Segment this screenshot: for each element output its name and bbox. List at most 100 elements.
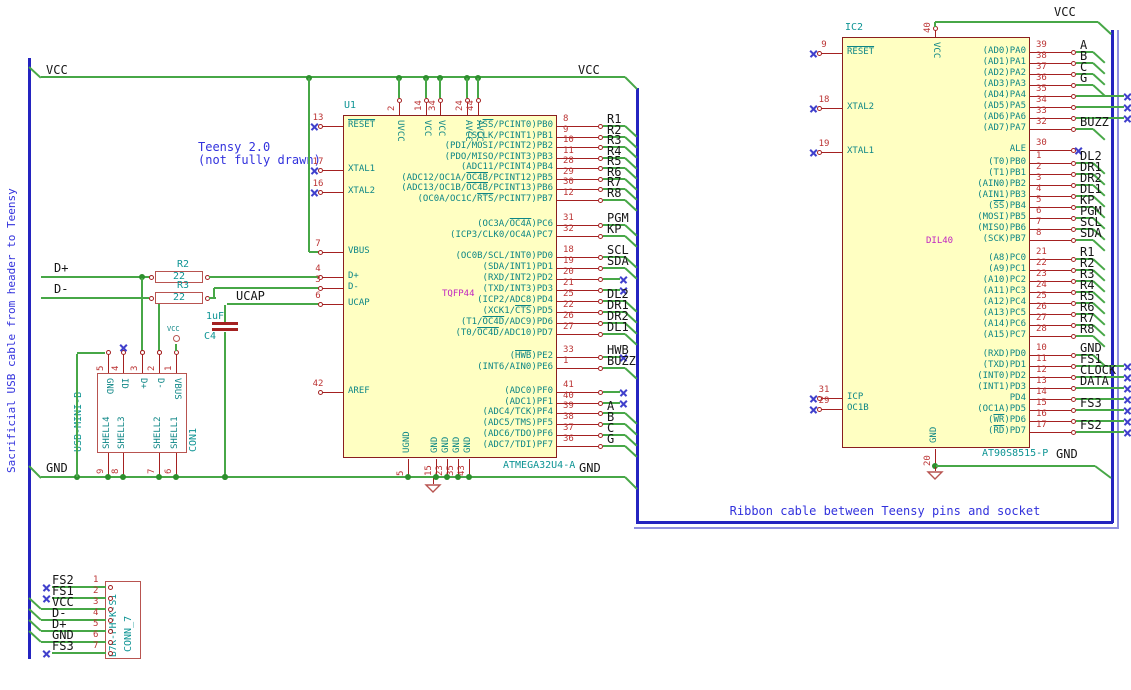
pin-line [107, 453, 109, 476]
pin-name: (HWB)PE2 [509, 351, 553, 361]
wire [77, 352, 105, 354]
pin-end [597, 309, 603, 315]
pin-end [107, 639, 113, 645]
pin-line [175, 354, 177, 373]
component-ref: U1 [344, 100, 357, 111]
pin-end [597, 254, 603, 260]
component-ref: IC2 [845, 22, 864, 33]
net-label: BUZZ [1080, 115, 1109, 129]
pin-name: GND [441, 436, 451, 453]
pin-end [597, 298, 603, 304]
no-connect-icon [42, 594, 51, 603]
no-connect-icon [1123, 384, 1131, 393]
pin-number: 23 [1036, 269, 1047, 279]
wire [213, 288, 215, 298]
pin-end [597, 222, 603, 228]
pin-end [597, 155, 603, 161]
pin-number: 30 [1036, 138, 1047, 148]
pin-name: (OC1A)PD5 [977, 404, 1026, 414]
net-label: FS3 [52, 639, 74, 653]
pin-line [439, 103, 441, 115]
pin-end [1070, 49, 1076, 55]
wire [439, 78, 441, 98]
pin-number: 9 [96, 468, 106, 474]
pin-end [597, 320, 603, 326]
pin-end [1070, 71, 1076, 77]
pin-name: (AIN0)PB2 [977, 179, 1026, 189]
net-label: SDA [1080, 226, 1102, 240]
pin-number: 3 [1036, 173, 1042, 183]
no-connect-icon [809, 104, 818, 113]
pin-end [1070, 226, 1076, 232]
wire [603, 391, 620, 393]
pin-number: 7 [147, 468, 157, 474]
pin-number: 15 [1036, 398, 1047, 408]
pin-number: 35 [1036, 84, 1047, 94]
pin-number: 5 [1036, 195, 1042, 205]
no-connect-icon [1123, 114, 1131, 123]
pin-end [597, 144, 603, 150]
pin-end [1070, 363, 1076, 369]
pin-end [597, 331, 603, 337]
net-label: D- [54, 282, 69, 296]
wire [477, 78, 479, 98]
pin-number: 1 [93, 575, 99, 585]
pin-end [1070, 396, 1076, 402]
resistor-ref: R3 [177, 280, 190, 291]
junction-dot [120, 474, 126, 480]
pin-number: 21 [1036, 247, 1047, 257]
pin-end [597, 389, 603, 395]
pin-number: 41 [563, 380, 574, 390]
pin-name: (ADC4/TCK)PF4 [482, 407, 553, 417]
pin-number: 36 [563, 434, 574, 444]
pin-end [597, 443, 603, 449]
pin-number: 31 [563, 213, 574, 223]
net-label: D+ [54, 261, 69, 275]
wire-bus-entry [1094, 465, 1112, 479]
pin-name: (MISO)PB6 [977, 223, 1026, 233]
component-ref: CONN_7 [123, 615, 134, 652]
pin-name: GND [104, 378, 114, 395]
pin-number: 4 [315, 264, 321, 274]
pin-number: 36 [1036, 73, 1047, 83]
pin-name: D+ [138, 378, 148, 389]
pin-number: 7 [1036, 217, 1042, 227]
pin-end [1070, 215, 1076, 221]
pin-end [597, 197, 603, 203]
pin-number: 27 [563, 322, 574, 332]
pin-number: 6 [93, 630, 99, 640]
pin-end [317, 389, 323, 395]
wire-bus-entry [1097, 21, 1112, 35]
net-label: VCC [578, 63, 600, 77]
pin-number: 25 [1036, 291, 1047, 301]
ribbon-bus-right [1111, 30, 1114, 523]
pin-number: 3 [130, 365, 140, 371]
pin-end [396, 97, 402, 103]
pin-name: (A12)PC4 [982, 297, 1026, 307]
pin-name: (INT6/AIN0)PE6 [477, 362, 553, 372]
net-label: FS3 [1080, 396, 1102, 410]
pin-number: 29 [563, 167, 574, 177]
pin-number: 6 [315, 291, 321, 301]
wire [1076, 106, 1124, 108]
no-connect-icon [42, 649, 51, 658]
wire [141, 278, 143, 351]
pin-name: GND [452, 436, 462, 453]
wire [41, 476, 625, 478]
pin-end [1070, 311, 1076, 317]
component-ref: CON1 [188, 427, 199, 452]
pin-end [148, 295, 154, 301]
capacitor-ref: C4 [204, 331, 217, 342]
junction-dot [222, 474, 228, 480]
net-label: GND [579, 461, 601, 475]
pin-number: 22 [563, 300, 574, 310]
pin-end [1070, 385, 1076, 391]
no-connect-icon [1123, 428, 1131, 437]
vcc-power-label: VCC [167, 325, 180, 333]
net-label: GND [46, 461, 68, 475]
no-connect-icon [310, 188, 319, 197]
left-bus [28, 58, 31, 659]
pin-name: ALE [1009, 144, 1026, 154]
pin-name: (RD)PD7 [988, 426, 1026, 436]
pin-line [477, 103, 479, 115]
